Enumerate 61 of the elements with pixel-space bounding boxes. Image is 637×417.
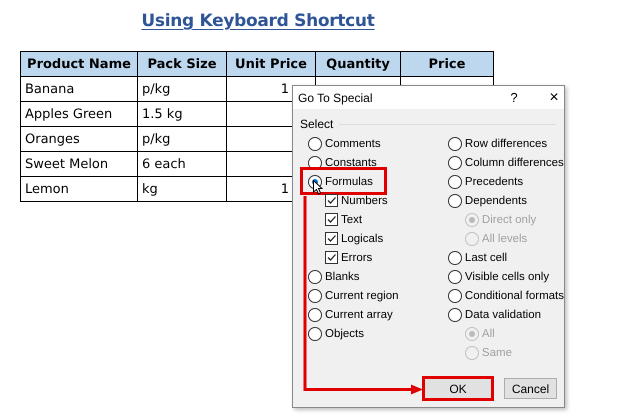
column-header: Pack Size	[138, 52, 226, 76]
table-cell: Lemon	[20, 176, 138, 202]
option-label: Errors	[341, 252, 372, 264]
radio-button[interactable]	[308, 270, 322, 284]
column-header: Quantity	[316, 52, 400, 76]
radio-button[interactable]	[308, 308, 322, 322]
option-label: Row differences	[464, 138, 548, 150]
option-label: Column differences	[464, 156, 564, 168]
option-label: Last cell	[464, 252, 508, 264]
table-cell: Apples Green	[20, 102, 138, 126]
radio-button[interactable]	[308, 288, 322, 302]
radio-button[interactable]	[448, 194, 462, 208]
dialog-button[interactable]: OK	[424, 378, 492, 399]
checkbox[interactable]	[325, 232, 338, 245]
table-cell: Banana	[20, 76, 138, 102]
table-cell: 6 each	[138, 152, 226, 176]
option-label: Direct only	[482, 214, 536, 226]
option-label: Data validation	[464, 308, 541, 320]
checkbox[interactable]	[325, 251, 338, 264]
option-label: Visible cells only	[464, 270, 550, 282]
option-label: Logicals	[341, 232, 384, 244]
radio-button[interactable]	[308, 326, 322, 340]
radio-button[interactable]	[448, 270, 462, 284]
option-label: Text	[341, 214, 362, 226]
radio-button[interactable]	[308, 136, 322, 150]
radio-button[interactable]	[448, 156, 462, 170]
radio-button[interactable]	[448, 174, 462, 188]
table-cell: p/kg	[138, 126, 226, 152]
table-cell: Sweet Melon	[20, 152, 138, 176]
option-label: All	[482, 328, 495, 340]
checkbox[interactable]	[325, 213, 338, 226]
option-label: Blanks	[325, 270, 360, 282]
checkbox[interactable]	[325, 194, 338, 207]
help-button[interactable]: ?	[504, 90, 524, 105]
column-header: Product Name	[20, 52, 138, 76]
close-button[interactable]: ×	[544, 88, 564, 106]
dialog-button[interactable]: Cancel	[504, 378, 557, 399]
option-label: All levels	[482, 232, 528, 244]
radio-button[interactable]	[448, 136, 462, 150]
page-heading: Using Keyboard Shortcut	[141, 11, 375, 31]
option-label: Objects	[325, 328, 364, 340]
option-label: Same	[482, 346, 512, 358]
radio-button[interactable]	[448, 250, 462, 264]
radio-button[interactable]	[448, 288, 462, 302]
radio-button[interactable]	[448, 308, 462, 322]
table-cell: 1.5 kg	[138, 102, 226, 126]
option-label: Dependents	[464, 194, 527, 206]
table-cell: kg	[138, 176, 226, 202]
option-label: Conditional formats	[464, 290, 564, 302]
column-header: Price	[400, 52, 494, 76]
table-cell: p/kg	[138, 76, 226, 102]
option-label: Numbers	[341, 194, 388, 206]
option-label: Current array	[325, 308, 393, 320]
option-label: Current region	[325, 290, 399, 302]
option-label: Comments	[325, 138, 381, 150]
option-label: Formulas	[325, 176, 373, 188]
group-label: Select	[300, 117, 334, 131]
option-label: Precedents	[464, 176, 524, 188]
table-cell: Oranges	[20, 126, 138, 152]
option-label: Constants	[325, 156, 377, 168]
column-header: Unit Price	[226, 52, 316, 76]
